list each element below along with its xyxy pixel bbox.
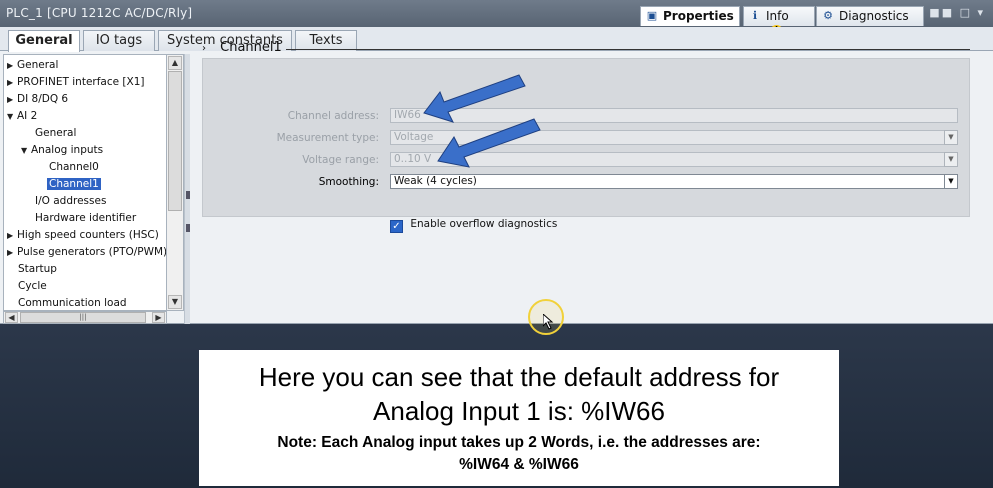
channel-address-field: IW66 bbox=[390, 108, 958, 123]
overflow-diagnostics-checkbox[interactable]: ✓ bbox=[390, 220, 403, 233]
section-divider bbox=[286, 49, 970, 50]
tree-item-startup[interactable]: Startup bbox=[18, 261, 57, 277]
tree-item-pulse-generators[interactable]: ▶ Pulse generators (PTO/PWM) bbox=[7, 244, 166, 261]
voltage-range-label: Voltage range: bbox=[302, 154, 379, 166]
smoothing-label: Smoothing: bbox=[318, 176, 379, 188]
splitter-grip-icon[interactable] bbox=[186, 191, 190, 199]
explanation-caption: Here you can see that the default addres… bbox=[199, 350, 839, 486]
info-icon: ℹ bbox=[752, 9, 758, 22]
tab-io-tags[interactable]: IO tags bbox=[83, 30, 155, 51]
dropdown-arrow-icon: ▼ bbox=[944, 152, 958, 167]
tree-item-analog-inputs[interactable]: ▼ Analog inputs bbox=[21, 142, 103, 158]
caption-line-2: Analog Input 1 is: %IW66 bbox=[373, 396, 665, 426]
tree-item-channel0[interactable]: Channel0 bbox=[49, 159, 99, 175]
caption-line-1: Here you can see that the default addres… bbox=[258, 362, 780, 392]
section-header-channel1[interactable]: › Channel1 bbox=[202, 40, 282, 55]
section-chevron-icon[interactable]: › bbox=[202, 43, 216, 54]
caption-note-1: Note: Each Analog input takes up 2 Words… bbox=[277, 434, 761, 451]
tree-item-ai2-general[interactable]: General bbox=[35, 125, 76, 141]
tree-item-communication-load[interactable]: Communication load bbox=[18, 295, 127, 310]
tab-diagnostics[interactable]: ⚙ Diagnostics bbox=[816, 6, 924, 26]
tree-item-general[interactable]: ▶ General bbox=[7, 57, 58, 73]
tab-row: General IO tags System constants Texts bbox=[0, 27, 993, 52]
overflow-diagnostics-label: Enable overflow diagnostics bbox=[410, 218, 558, 230]
tab-properties[interactable]: ▣ Properties bbox=[640, 6, 740, 26]
tree-item-hardware-identifier[interactable]: Hardware identifier bbox=[35, 210, 136, 226]
channel-address-label: Channel address: bbox=[287, 110, 379, 122]
tree-item-hsc[interactable]: ▶ High speed counters (HSC) bbox=[7, 227, 159, 243]
scroll-left-icon[interactable]: ◀ bbox=[5, 312, 18, 323]
tab-info[interactable]: ℹ Info i bbox=[743, 6, 815, 38]
smoothing-value: Weak (4 cycles) bbox=[394, 175, 477, 187]
collapse-arrow-icon[interactable]: ▼ bbox=[7, 109, 17, 125]
window-controls-icon[interactable]: ■■ □ ▾ bbox=[929, 6, 985, 19]
tree-item-cycle[interactable]: Cycle bbox=[18, 278, 47, 294]
mouse-pointer-icon bbox=[543, 314, 554, 330]
channel-settings-panel: Channel address: IW66 Measurement type: … bbox=[202, 58, 970, 233]
tree-item-profinet[interactable]: ▶ PROFINET interface [X1] bbox=[7, 74, 145, 90]
tab-diagnostics-label: Diagnostics bbox=[839, 9, 909, 23]
inspector-title-bar: PLC_1 [CPU 1212C AC/DC/Rly] ▣ Properties… bbox=[0, 0, 993, 38]
diagnostics-icon: ⚙ bbox=[823, 9, 833, 22]
dropdown-arrow-icon: ▼ bbox=[944, 130, 958, 145]
voltage-range-value: 0..10 V bbox=[394, 153, 432, 165]
measurement-type-select: Voltage ▼ bbox=[390, 130, 958, 145]
collapse-arrow-icon[interactable]: ▼ bbox=[21, 143, 31, 159]
tab-texts[interactable]: Texts bbox=[295, 30, 357, 51]
tree-item-di-dq[interactable]: ▶ DI 8/DQ 6 bbox=[7, 91, 68, 107]
expand-arrow-icon[interactable]: ▶ bbox=[7, 228, 17, 244]
tree-item-io-addresses[interactable]: I/O addresses bbox=[35, 193, 106, 209]
expand-arrow-icon[interactable]: ▶ bbox=[7, 75, 17, 91]
scroll-thumb-horizontal[interactable]: ||| bbox=[20, 312, 146, 323]
splitter-grip-icon[interactable] bbox=[186, 224, 190, 232]
tab-properties-label: Properties bbox=[663, 9, 734, 23]
section-title: Channel1 bbox=[220, 40, 282, 55]
expand-arrow-icon[interactable]: ▶ bbox=[7, 58, 17, 74]
tree-item-ai2[interactable]: ▼ AI 2 bbox=[7, 108, 37, 124]
dropdown-arrow-icon[interactable]: ▼ bbox=[944, 174, 958, 189]
tab-info-label: Info bbox=[766, 9, 789, 23]
tab-general[interactable]: General bbox=[8, 30, 80, 52]
overflow-diagnostics-row[interactable]: ✓ Enable overflow diagnostics bbox=[390, 218, 557, 233]
smoothing-select[interactable]: Weak (4 cycles) ▼ bbox=[390, 174, 958, 189]
panel-splitter[interactable] bbox=[184, 54, 190, 324]
expand-arrow-icon[interactable]: ▶ bbox=[7, 245, 17, 261]
expand-arrow-icon[interactable]: ▶ bbox=[7, 92, 17, 108]
scroll-thumb[interactable] bbox=[168, 71, 182, 211]
scroll-right-icon[interactable]: ▶ bbox=[152, 312, 165, 323]
voltage-range-select: 0..10 V ▼ bbox=[390, 152, 958, 167]
properties-icon: ▣ bbox=[646, 9, 658, 22]
measurement-type-value: Voltage bbox=[394, 131, 434, 143]
tree-vertical-scrollbar[interactable]: ▲ ▼ bbox=[167, 54, 184, 311]
device-title: PLC_1 [CPU 1212C AC/DC/Rly] bbox=[6, 6, 193, 20]
scroll-down-icon[interactable]: ▼ bbox=[168, 295, 182, 309]
caption-note-2: %IW64 & %IW66 bbox=[459, 456, 579, 473]
scroll-up-icon[interactable]: ▲ bbox=[168, 56, 182, 70]
navigation-tree: ▶ General ▶ PROFINET interface [X1] ▶ DI 8/… bbox=[3, 54, 167, 311]
tree-horizontal-scrollbar[interactable]: ◀ ||| ▶ bbox=[3, 311, 167, 324]
measurement-type-label: Measurement type: bbox=[276, 132, 379, 144]
tree-item-channel1[interactable]: Channel1 bbox=[47, 176, 101, 192]
